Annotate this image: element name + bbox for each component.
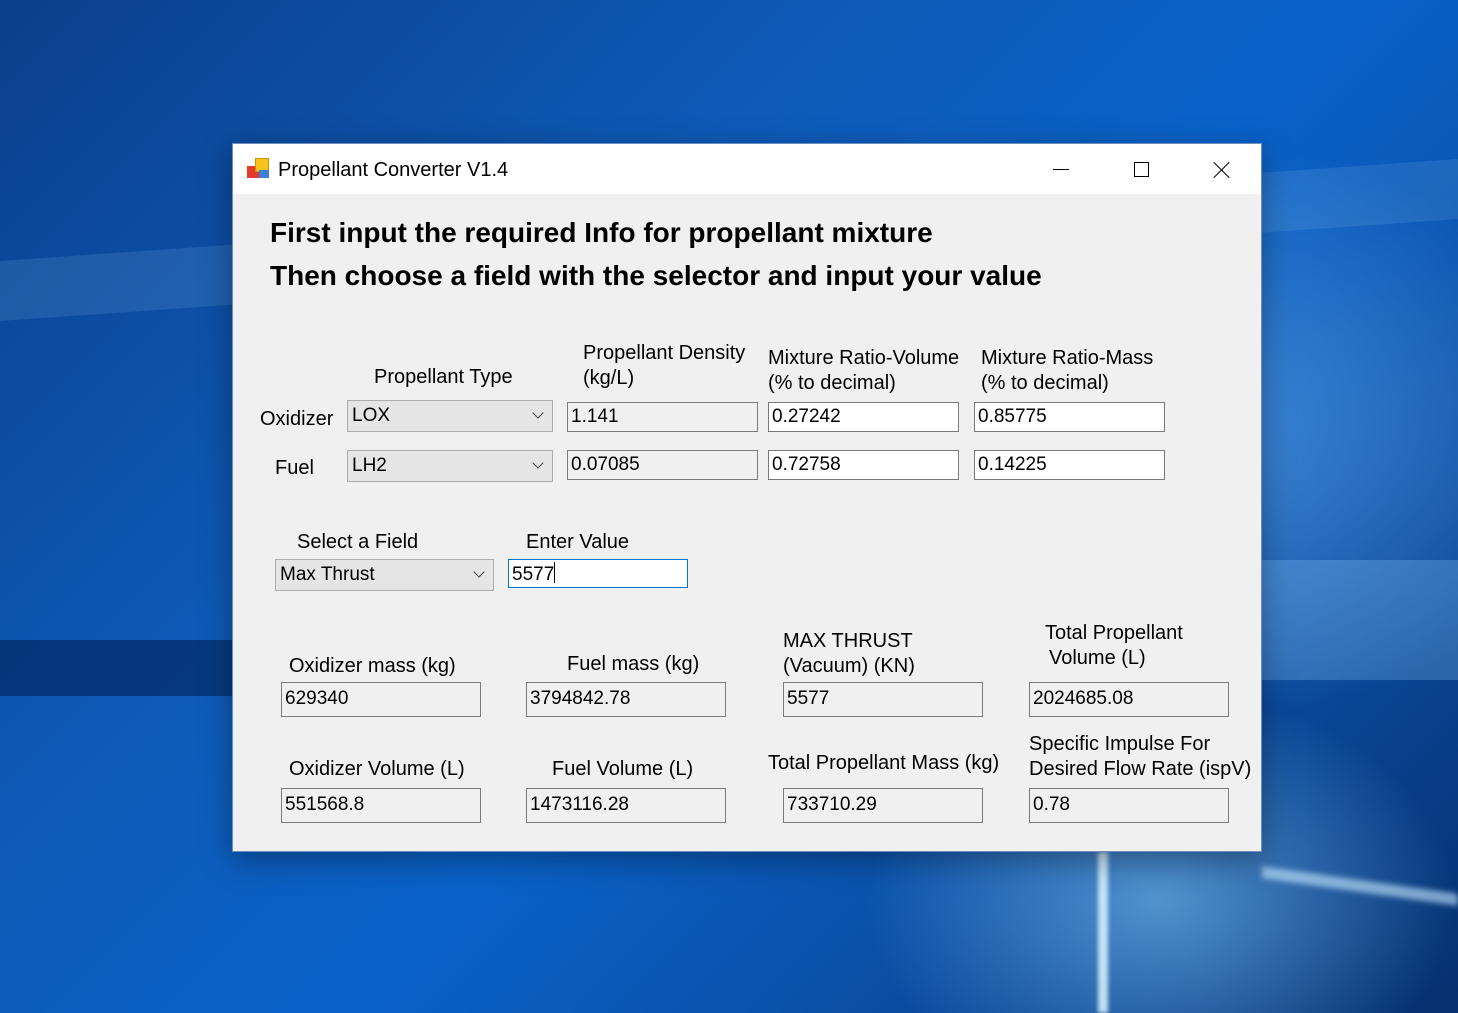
fuel-mass-output[interactable]: 3794842.78 (526, 682, 726, 717)
close-button[interactable] (1181, 144, 1261, 194)
oxidizer-ratio-volume-field[interactable]: 0.27242 (768, 402, 959, 432)
total-volume-label-line2: Volume (L) (1049, 647, 1146, 669)
ratio-mass-header-line1: Mixture Ratio-Mass (981, 347, 1154, 369)
density-header-line1: Propellant Density (583, 342, 746, 364)
fuel-ratio-mass-field[interactable]: 0.14225 (974, 450, 1165, 480)
enter-value-input[interactable]: 5577 (508, 559, 688, 588)
isp-label-line2: Desired Flow Rate (ispV) (1029, 758, 1252, 780)
chevron-down-icon (473, 568, 485, 580)
wallpaper-shadow-band (0, 640, 232, 696)
oxidizer-type-value: LOX (352, 405, 391, 426)
fuel-density-field[interactable]: 0.07085 (567, 450, 758, 480)
oxidizer-mass-output[interactable]: 629340 (281, 682, 481, 717)
fuel-type-dropdown[interactable]: LH2 (347, 450, 553, 482)
enter-value-label: Enter Value (526, 531, 630, 553)
wallpaper-light-streak (1098, 852, 1108, 1013)
total-volume-label-line1: Total Propellant (1045, 622, 1183, 644)
oxidizer-density-field[interactable]: 1.141 (567, 402, 758, 432)
fuel-type-value: LH2 (352, 455, 387, 476)
fuel-ratio-volume-field[interactable]: 0.72758 (768, 450, 959, 480)
text-caret (554, 562, 556, 583)
instruction-line-2: Then choose a field with the selector an… (270, 260, 1042, 291)
wallpaper-light-streak (1262, 866, 1458, 906)
total-mass-label: Total Propellant Mass (kg) (768, 752, 1000, 774)
fuel-label: Fuel (275, 457, 314, 479)
fuel-volume-label: Fuel Volume (L) (552, 758, 694, 780)
ratio-volume-header-line2: (% to decimal) (768, 372, 896, 394)
max-thrust-output[interactable]: 5577 (783, 682, 983, 717)
chevron-down-icon (532, 409, 544, 421)
propellant-type-header: Propellant Type (374, 366, 513, 388)
ratio-mass-header-line2: (% to decimal) (981, 372, 1109, 394)
minimize-icon (1053, 169, 1069, 170)
ratio-volume-header-line1: Mixture Ratio-Volume (768, 347, 960, 369)
app-colored-squares-icon (247, 158, 271, 180)
oxidizer-volume-output[interactable]: 551568.8 (281, 788, 481, 823)
field-selector-dropdown[interactable]: Max Thrust (275, 559, 494, 591)
max-thrust-label-line1: MAX THRUST (783, 630, 913, 652)
title-bar[interactable]: Propellant Converter V1.4 (233, 144, 1261, 194)
window-title: Propellant Converter V1.4 (278, 159, 509, 181)
fuel-volume-output[interactable]: 1473116.28 (526, 788, 726, 823)
chevron-down-icon (532, 459, 544, 471)
isp-label-line1: Specific Impulse For (1029, 733, 1211, 755)
oxidizer-type-dropdown[interactable]: LOX (347, 400, 553, 432)
field-selector-value: Max Thrust (280, 564, 375, 585)
oxidizer-label: Oxidizer (260, 408, 334, 430)
max-thrust-label-line2: (Vacuum) (KN) (783, 655, 915, 677)
minimize-button[interactable] (1021, 144, 1101, 194)
maximize-button[interactable] (1101, 144, 1181, 194)
oxidizer-volume-label: Oxidizer Volume (L) (289, 758, 465, 780)
enter-value-text: 5577 (512, 564, 555, 585)
density-header-line2: (kg/L) (583, 367, 635, 389)
instruction-line-1: First input the required Info for propel… (270, 217, 933, 248)
oxidizer-mass-label: Oxidizer mass (kg) (289, 655, 456, 677)
oxidizer-ratio-mass-field[interactable]: 0.85775 (974, 402, 1165, 432)
maximize-icon (1134, 162, 1149, 177)
select-field-label: Select a Field (297, 531, 419, 553)
total-volume-output[interactable]: 2024685.08 (1029, 682, 1229, 717)
form-client-area: First input the required Info for propel… (233, 194, 1261, 853)
propellant-converter-window: Propellant Converter V1.4 First input th… (232, 143, 1262, 852)
total-mass-output[interactable]: 733710.29 (783, 788, 983, 823)
close-icon (1213, 161, 1231, 179)
isp-output[interactable]: 0.78 (1029, 788, 1229, 823)
fuel-mass-label: Fuel mass (kg) (567, 653, 700, 675)
wallpaper-light-panel (1262, 560, 1458, 680)
